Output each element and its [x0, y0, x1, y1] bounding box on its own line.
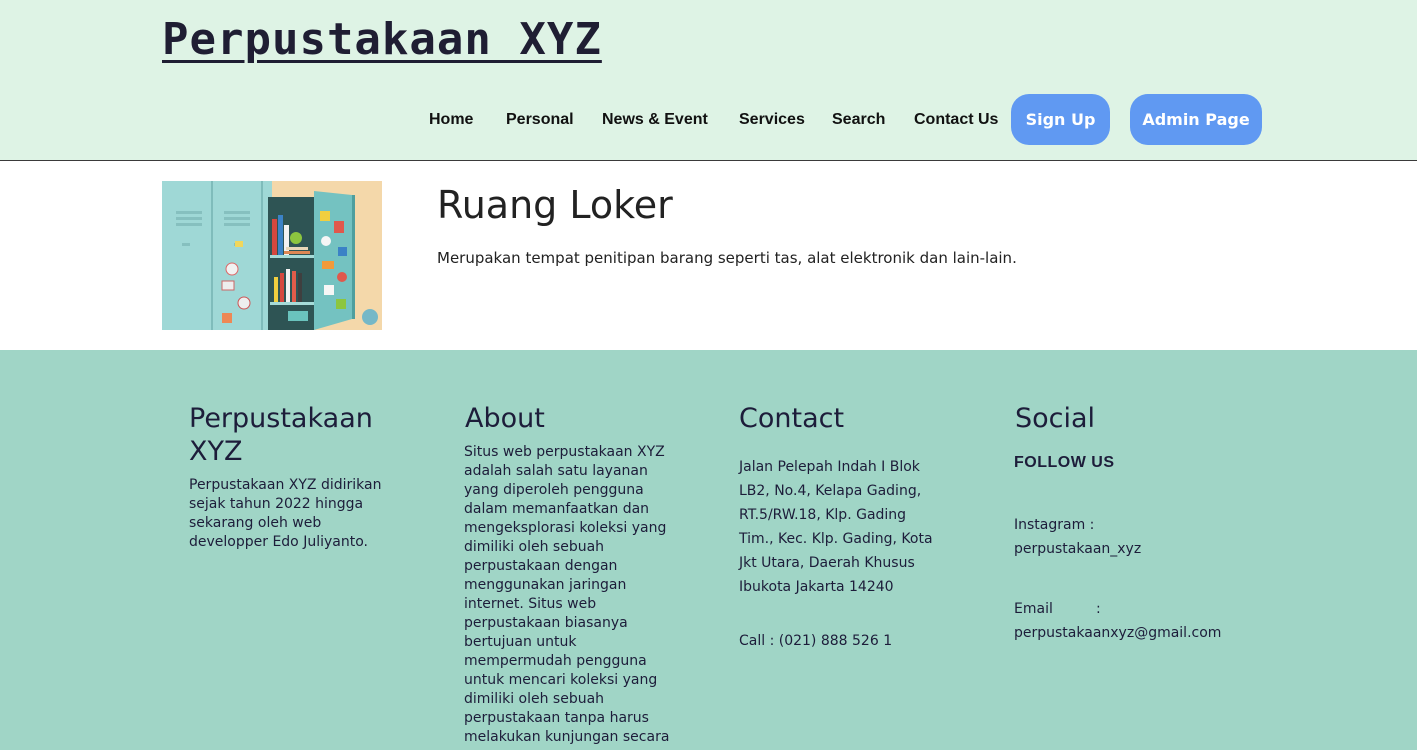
text-line: yang diperoleh pengguna — [464, 482, 644, 498]
text-line: perpustakaan tanpa harus — [464, 710, 649, 726]
text-line: sekarang oleh web — [189, 515, 322, 531]
text-line: LB2, No.4, Kelapa Gading, — [739, 483, 922, 499]
nav-search[interactable]: Search — [832, 94, 885, 146]
email-link[interactable]: perpustakaanxyz@gmail.com — [1014, 621, 1221, 645]
footer-about-title: About — [465, 403, 545, 434]
page-description: Merupakan tempat penitipan barang sepert… — [437, 249, 1017, 267]
follow-us-heading: FOLLOW US — [1014, 454, 1115, 471]
text-line: perpustakaan biasanya — [464, 615, 628, 631]
site-title-link[interactable]: Perpustakaan XYZ — [162, 14, 602, 65]
text-line: adalah salah satu layanan — [464, 463, 648, 479]
text-line: developper Edo Juliyanto. — [189, 534, 368, 550]
nav-personal[interactable]: Personal — [506, 94, 574, 146]
text-line: Jkt Utara, Daerah Khusus — [739, 555, 915, 571]
instagram-label: Instagram : — [1014, 517, 1095, 533]
text-line: internet. Situs web — [464, 596, 597, 612]
instagram-link[interactable]: perpustakaan_xyz — [1014, 537, 1141, 561]
text-line: Perpustakaan XYZ didirikan — [189, 477, 382, 493]
footer-social-title: Social — [1015, 403, 1096, 434]
footer-brand-title-line: XYZ — [189, 436, 243, 467]
footer-brand-text: Perpustakaan XYZ didirikan sejak tahun 2… — [189, 476, 381, 552]
footer-brand-title-line: Perpustakaan — [189, 403, 373, 434]
text-line: untuk mencari koleksi yang — [464, 672, 658, 688]
main-content: Ruang Loker Merupakan tempat penitipan b… — [0, 161, 1417, 350]
nav-contact-us[interactable]: Contact Us — [914, 94, 998, 146]
nav-services[interactable]: Services — [739, 94, 805, 146]
footer-brand-title: Perpustakaan XYZ — [189, 402, 373, 468]
text-line: sejak tahun 2022 hingga — [189, 496, 364, 512]
footer-contact-address: Jalan Pelepah Indah I Blok LB2, No.4, Ke… — [739, 455, 933, 599]
text-line: RT.5/RW.18, Klp. Gading — [739, 507, 907, 523]
sign-up-button[interactable]: Sign Up — [1011, 94, 1110, 145]
text-line: dimiliki oleh sebuah — [464, 691, 605, 707]
text-line: Ibukota Jakarta 14240 — [739, 579, 894, 595]
main-nav: Home Personal News & Event Services Sear… — [0, 94, 1417, 146]
admin-page-button[interactable]: Admin Page — [1130, 94, 1262, 145]
email-colon: : — [1096, 601, 1101, 617]
page-title: Ruang Loker — [437, 183, 673, 227]
text-line: bertujuan untuk — [464, 634, 577, 650]
footer-contact-title: Contact — [739, 403, 845, 434]
text-line: perpustakaan dengan — [464, 558, 618, 574]
text-line: Jalan Pelepah Indah I Blok — [739, 459, 920, 475]
text-line: mempermudah pengguna — [464, 653, 647, 669]
footer-about-text: Situs web perpustakaan XYZ adalah salah … — [464, 443, 684, 747]
locker-image — [162, 181, 382, 330]
text-line: dimiliki oleh sebuah — [464, 539, 605, 555]
footer-contact-call: Call : (021) 888 526 1 — [739, 633, 893, 649]
text-line: Situs web perpustakaan XYZ — [464, 444, 665, 460]
email-label: Email — [1014, 601, 1053, 617]
text-line: melakukan kunjungan secara — [464, 729, 670, 745]
text-line: dalam memanfaatkan dan — [464, 501, 650, 517]
nav-news-event[interactable]: News & Event — [602, 94, 708, 146]
site-footer: Perpustakaan XYZ Perpustakaan XYZ didiri… — [0, 350, 1417, 750]
text-line: menggunakan jaringan — [464, 577, 627, 593]
text-line: Tim., Kec. Klp. Gading, Kota — [739, 531, 933, 547]
text-line: mengeksplorasi koleksi yang — [464, 520, 667, 536]
site-header: Perpustakaan XYZ Home Personal News & Ev… — [0, 0, 1417, 161]
nav-home[interactable]: Home — [429, 94, 473, 146]
